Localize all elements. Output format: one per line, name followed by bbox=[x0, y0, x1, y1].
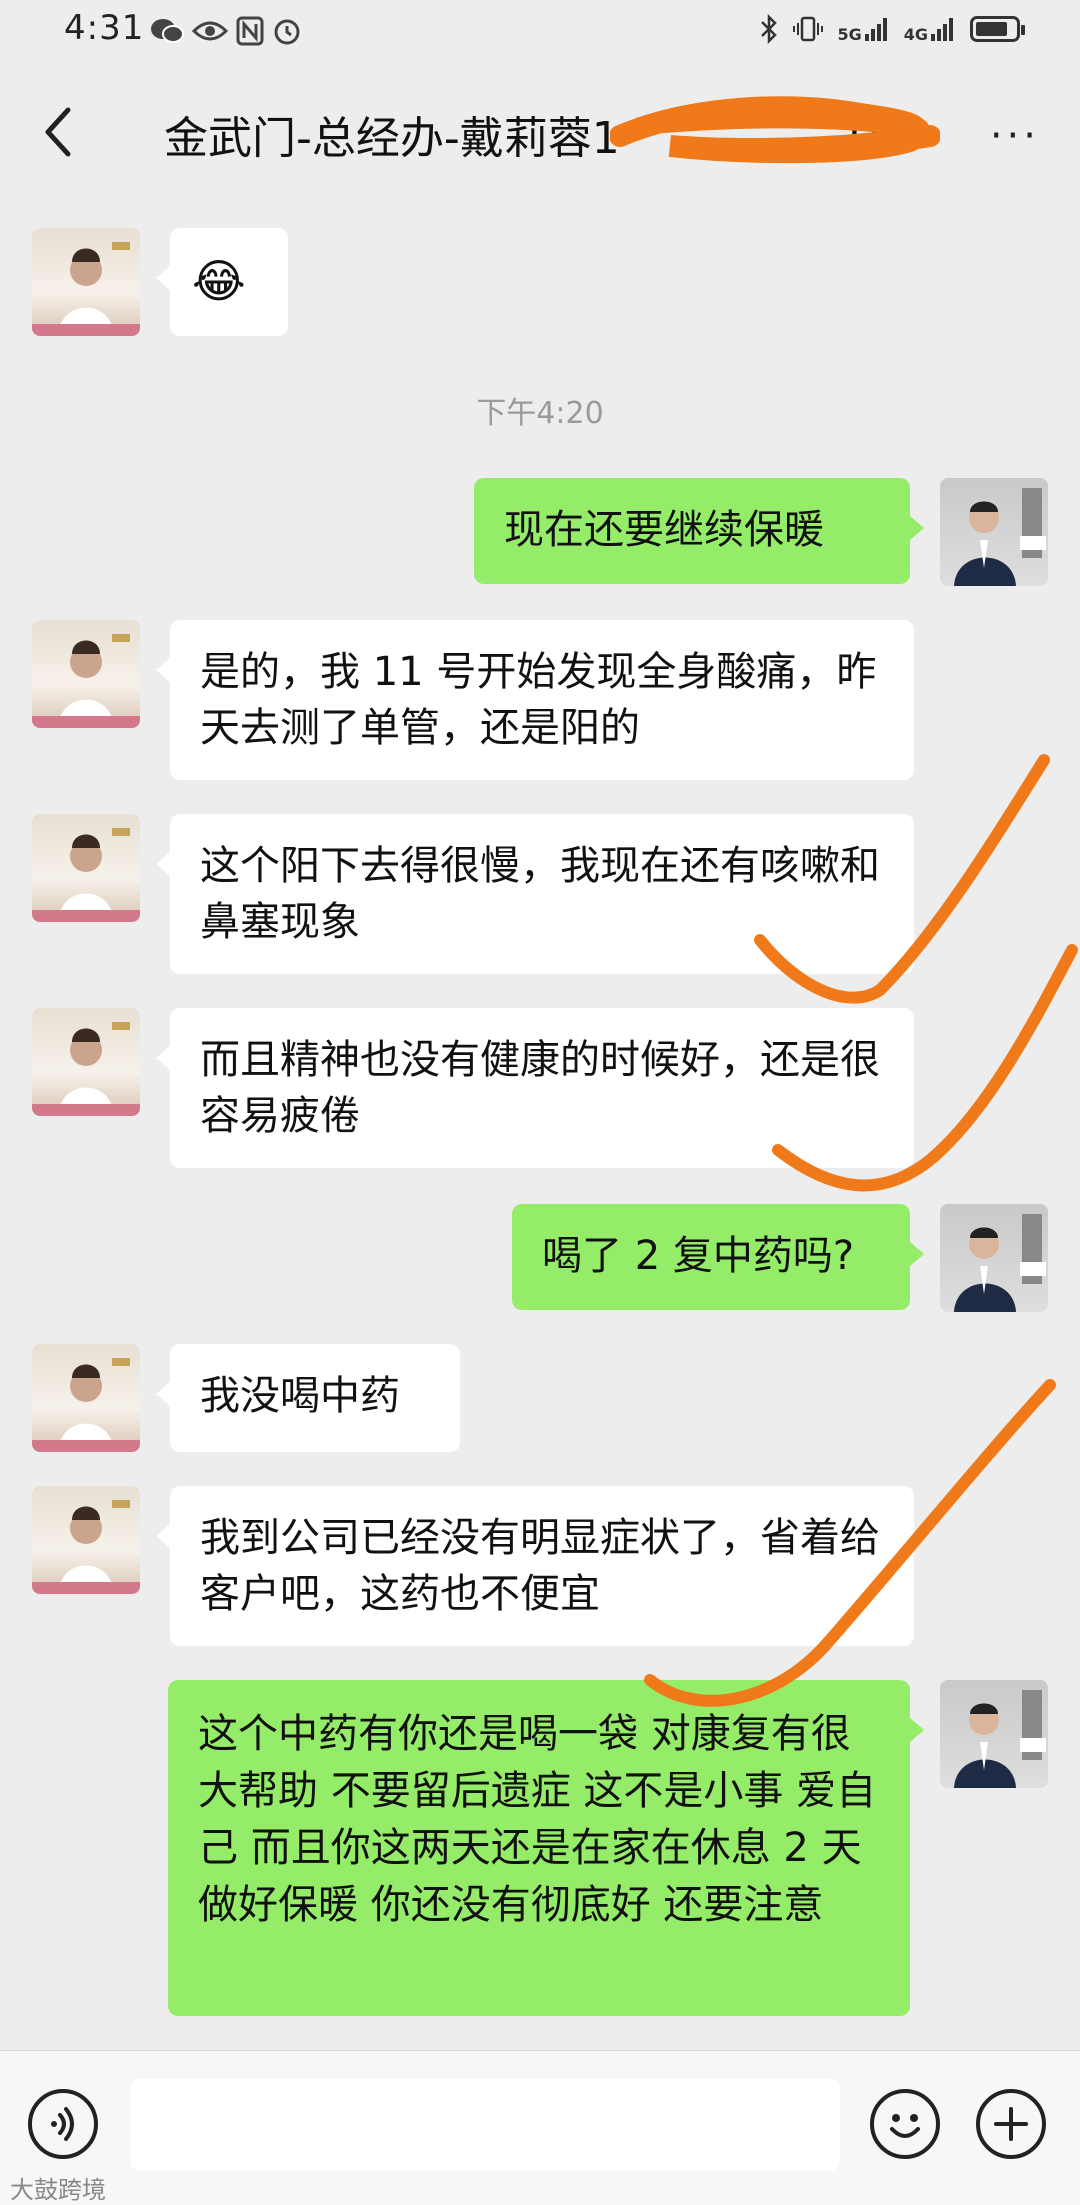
annotation-checkmark bbox=[644, 1379, 1056, 1707]
voice-button[interactable] bbox=[28, 2089, 98, 2159]
watermark-text: 大鼓跨境 bbox=[10, 2176, 106, 2204]
annotation-checkmark bbox=[754, 754, 1050, 1004]
annotation-overlay bbox=[644, 754, 1078, 1707]
emoji-icon bbox=[890, 2114, 920, 2138]
watermark: 大鼓跨境 bbox=[10, 2170, 106, 2205]
voice-icon bbox=[51, 2107, 74, 2141]
chat-input-bar bbox=[0, 2050, 1080, 2205]
more-functions-button[interactable] bbox=[976, 2089, 1046, 2159]
plus-icon bbox=[994, 2107, 1028, 2141]
message-input[interactable] bbox=[130, 2079, 840, 2171]
emoji-button[interactable] bbox=[870, 2089, 940, 2159]
